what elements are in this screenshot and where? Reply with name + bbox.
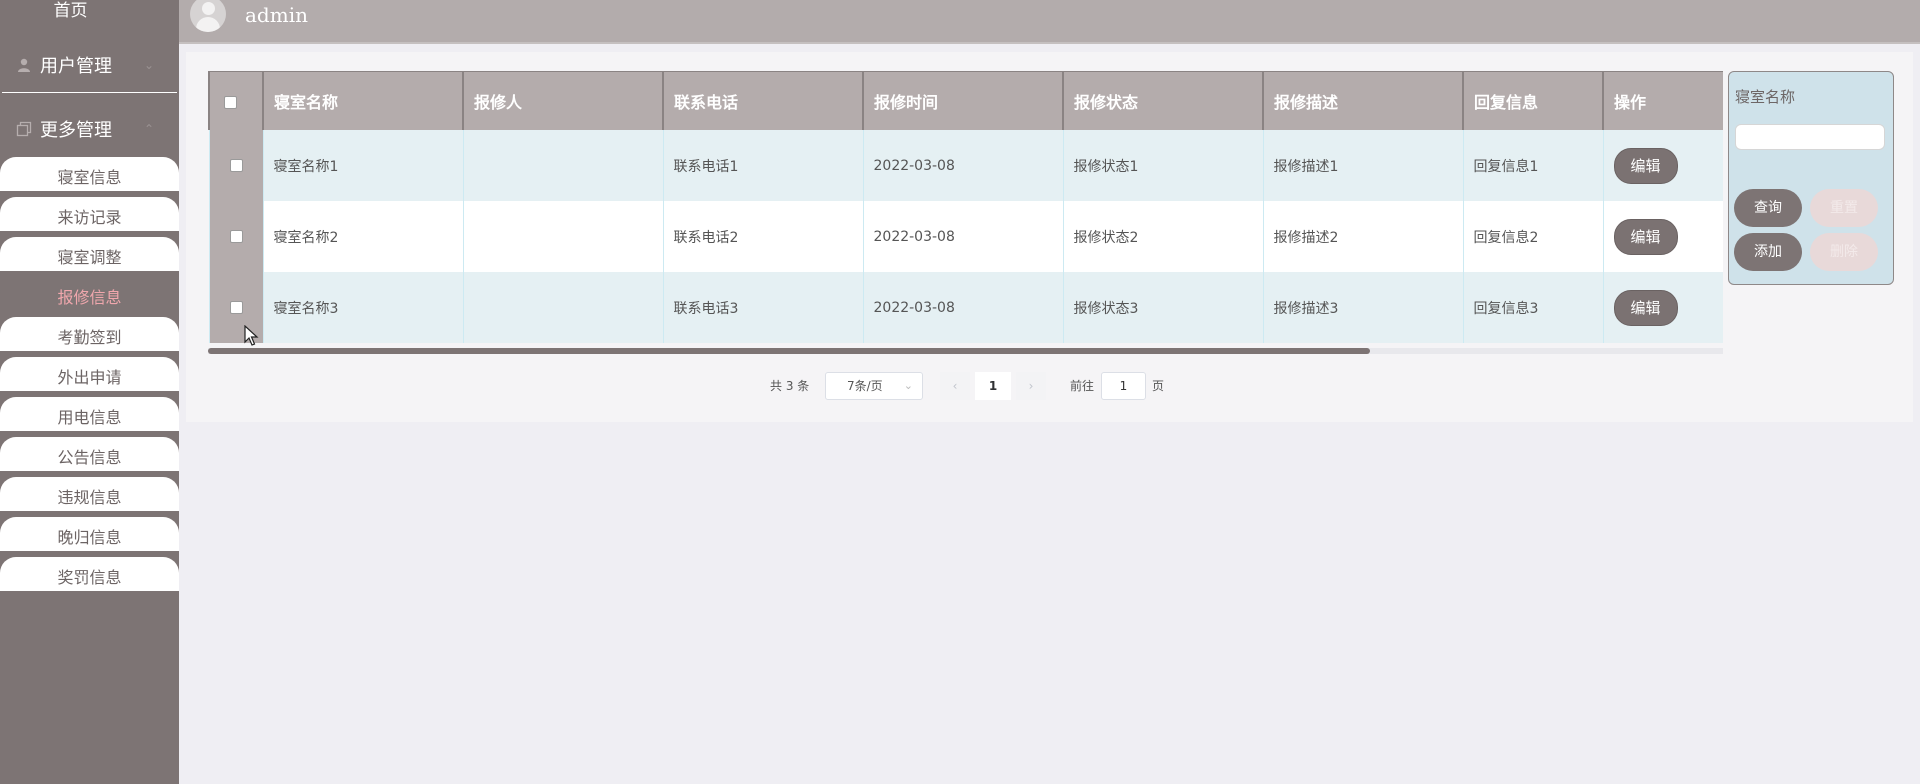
sidebar-item-electricity[interactable]: 用电信息 (0, 397, 179, 431)
sidebar-item-violations[interactable]: 违规信息 (0, 477, 179, 511)
page-number-current[interactable]: 1 (975, 372, 1011, 400)
cell-reply: 回复信息2 (1462, 201, 1603, 272)
cell-phone: 联系电话2 (662, 201, 863, 272)
table-row: 寝室名称1 联系电话1 2022-03-08 报修状态1 报修描述1 回复信息1… (208, 130, 1723, 201)
menu-group-more-management[interactable]: 更多管理 ⌃ (0, 109, 179, 149)
column-header[interactable]: 报修人 (462, 71, 663, 130)
chevron-down-icon: ⌄ (144, 58, 155, 72)
cell-reporter (462, 201, 663, 272)
cell-desc: 报修描述2 (1262, 201, 1463, 272)
room-name-search-input[interactable] (1735, 124, 1885, 150)
edit-button[interactable]: 编辑 (1613, 289, 1678, 326)
username: admin (245, 3, 308, 27)
cell-status: 报修状态2 (1062, 201, 1263, 272)
horizontal-scrollbar-thumb[interactable] (208, 348, 1370, 354)
cell-status: 报修状态3 (1062, 272, 1263, 343)
divider (2, 92, 177, 93)
sidebar-item-attendance[interactable]: 考勤签到 (0, 317, 179, 351)
column-header[interactable]: 寝室名称 (262, 71, 463, 130)
cell-reporter (462, 272, 663, 343)
column-header[interactable]: 回复信息 (1462, 71, 1603, 130)
table-row: 寝室名称3 联系电话3 2022-03-08 报修状态3 报修描述3 回复信息3… (208, 272, 1723, 343)
cell-actions: 编辑 (1602, 130, 1723, 201)
column-header: 操作 (1602, 71, 1723, 130)
edit-button[interactable]: 编辑 (1613, 147, 1678, 184)
sidebar-item-repair-info[interactable]: 报修信息 (0, 277, 179, 311)
cell-desc: 报修描述3 (1262, 272, 1463, 343)
cell-room: 寝室名称2 (262, 201, 463, 272)
cell-phone: 联系电话3 (662, 272, 863, 343)
row-checkbox[interactable] (208, 201, 263, 272)
column-header[interactable]: 报修状态 (1062, 71, 1263, 130)
cell-actions: 编辑 (1602, 201, 1723, 272)
cell-time: 2022-03-08 (862, 272, 1063, 343)
cell-status: 报修状态1 (1062, 130, 1263, 201)
cell-phone: 联系电话1 (662, 130, 863, 201)
delete-button[interactable]: 删除 (1810, 233, 1878, 271)
page-size-select[interactable]: 7条/页 ⌄ (825, 372, 923, 400)
table-header-row: 寝室名称 报修人 联系电话 报修时间 报修状态 报修描述 回复信息 操作 (208, 71, 1723, 130)
sidebar-item-room-adjust[interactable]: 寝室调整 (0, 237, 179, 271)
cell-room: 寝室名称3 (262, 272, 463, 343)
menu-group-label: 用户管理 (40, 56, 112, 77)
edit-button[interactable]: 编辑 (1613, 218, 1678, 255)
page-size-value: 7条/页 (847, 379, 883, 393)
cell-actions: 编辑 (1602, 272, 1723, 343)
reset-button[interactable]: 重置 (1810, 189, 1878, 227)
data-table: 寝室名称 报修人 联系电话 报修时间 报修状态 报修描述 回复信息 操作 寝室名… (208, 71, 1723, 353)
row-checkbox[interactable] (208, 130, 263, 201)
menu-group-user-management[interactable]: 用户管理 ⌄ (0, 45, 179, 85)
copy-icon (16, 121, 32, 137)
avatar-icon[interactable] (190, 0, 226, 32)
cell-reporter (462, 130, 663, 201)
search-panel: 寝室名称 查询 重置 添加 删除 (1728, 71, 1894, 285)
mouse-cursor-icon (244, 325, 259, 346)
select-all-checkbox[interactable] (208, 71, 263, 130)
prev-page-button[interactable]: ‹ (940, 372, 970, 400)
cell-reply: 回复信息3 (1462, 272, 1603, 343)
column-header[interactable]: 报修时间 (862, 71, 1063, 130)
menu-group-label: 更多管理 (40, 120, 112, 141)
table-row: 寝室名称2 联系电话2 2022-03-08 报修状态2 报修描述2 回复信息2… (208, 201, 1723, 272)
user-icon (18, 58, 30, 72)
column-header[interactable]: 报修描述 (1262, 71, 1463, 130)
column-header[interactable]: 联系电话 (662, 71, 863, 130)
cell-time: 2022-03-08 (862, 130, 1063, 201)
next-page-button[interactable]: › (1016, 372, 1046, 400)
sidebar-item-rewards-penalties[interactable]: 奖罚信息 (0, 557, 179, 591)
home-link[interactable]: 首页 (0, 0, 141, 22)
chevron-down-icon: ⌄ (903, 379, 913, 392)
sidebar: 首页 用户管理 ⌄ 更多管理 ⌃ 寝室信息 来访记录 寝室调整 报修信息 考勤签… (0, 0, 179, 784)
sidebar-item-visit-records[interactable]: 来访记录 (0, 197, 179, 231)
sidebar-item-announcements[interactable]: 公告信息 (0, 437, 179, 471)
page-suffix-label: 页 (1152, 379, 1165, 393)
goto-page-input[interactable]: 1 (1101, 372, 1146, 400)
cell-reply: 回复信息1 (1462, 130, 1603, 201)
goto-label: 前往 (1070, 379, 1095, 393)
add-button[interactable]: 添加 (1734, 233, 1802, 271)
sidebar-item-late-return[interactable]: 晚归信息 (0, 517, 179, 551)
top-bar: admin (179, 0, 1920, 44)
cell-time: 2022-03-08 (862, 201, 1063, 272)
sidebar-item-room-info[interactable]: 寝室信息 (0, 157, 179, 191)
chevron-up-icon: ⌃ (144, 122, 155, 136)
search-label: 寝室名称 (1735, 88, 1796, 106)
query-button[interactable]: 查询 (1734, 189, 1802, 227)
cell-room: 寝室名称1 (262, 130, 463, 201)
sidebar-item-leave-request[interactable]: 外出申请 (0, 357, 179, 391)
pagination-total: 共 3 条 (770, 379, 810, 393)
cell-desc: 报修描述1 (1262, 130, 1463, 201)
